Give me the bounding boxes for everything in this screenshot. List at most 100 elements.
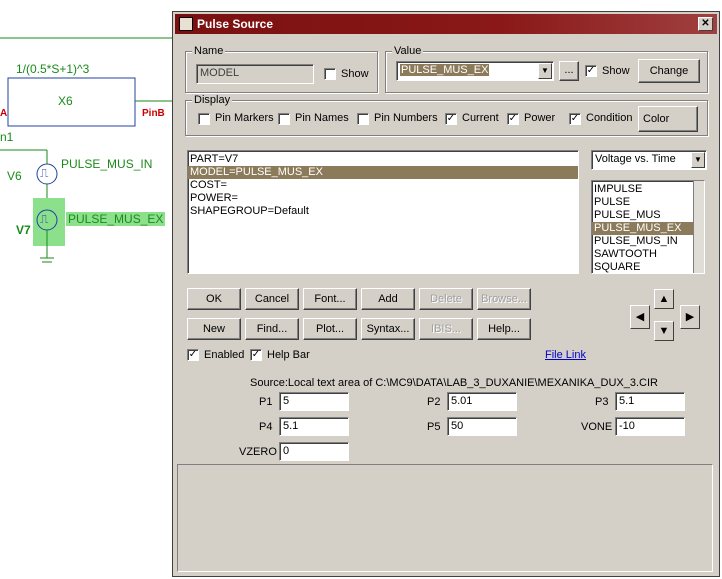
add-button[interactable]: Add bbox=[361, 288, 415, 310]
value-show-checkbox[interactable]: ✓ bbox=[585, 65, 597, 77]
p4-label: P4 bbox=[259, 421, 273, 433]
source-text: Source:Local text area of C:\MC9\DATA\LA… bbox=[250, 377, 658, 389]
p5-input[interactable]: 50 bbox=[447, 417, 517, 436]
p3-input[interactable]: 5.1 bbox=[615, 392, 685, 411]
pin-markers-checkbox[interactable] bbox=[198, 113, 210, 125]
value-combobox[interactable]: PULSE_MUS_EX ▼ bbox=[396, 61, 554, 81]
app-icon bbox=[179, 17, 193, 31]
v6-label: V6 bbox=[7, 169, 22, 183]
p1-label: P1 bbox=[259, 396, 273, 408]
power-label: Power bbox=[524, 112, 556, 124]
attribute-list[interactable]: PART=V7 MODEL=PULSE_MUS_EX COST= POWER= … bbox=[187, 150, 579, 274]
p3-label: P3 bbox=[595, 396, 609, 408]
condition-checkbox[interactable]: ✓ bbox=[569, 113, 581, 125]
close-button[interactable]: ✕ bbox=[698, 17, 713, 31]
browse-button[interactable]: Browse... bbox=[477, 288, 531, 310]
pulse-symbol-v7-icon: ⎍ bbox=[40, 212, 49, 226]
schematic-canvas[interactable]: ⎍ ⎍ 1/(0.5*S+1)^3 X6 PinB A n1 V6 PULSE_… bbox=[0, 0, 172, 579]
move-left-button[interactable]: ◀ bbox=[630, 305, 650, 329]
pulse-source-dialog: Pulse Source ✕ Name MODEL Show Value PUL… bbox=[172, 11, 720, 577]
ok-button[interactable]: OK bbox=[187, 288, 241, 310]
enabled-checkbox[interactable]: ✓ bbox=[187, 349, 199, 361]
move-right-button[interactable]: ▶ bbox=[680, 305, 700, 329]
model-list-scrollbar[interactable] bbox=[693, 181, 704, 273]
cancel-button[interactable]: Cancel bbox=[245, 288, 299, 310]
value-combobox-arrow-icon[interactable]: ▼ bbox=[538, 63, 552, 79]
list-item[interactable]: SAWTOOTH bbox=[592, 248, 704, 261]
p2-input[interactable]: 5.01 bbox=[447, 392, 517, 411]
formula-label: 1/(0.5*S+1)^3 bbox=[16, 62, 90, 76]
current-checkbox[interactable]: ✓ bbox=[445, 113, 457, 125]
enabled-label: Enabled bbox=[204, 349, 245, 361]
block-label-x6: X6 bbox=[58, 94, 73, 108]
pin-numbers-label: Pin Numbers bbox=[374, 112, 438, 124]
current-label: Current bbox=[462, 112, 499, 124]
color-button[interactable]: Color bbox=[638, 106, 698, 132]
list-item[interactable]: MODEL=PULSE_MUS_EX bbox=[188, 166, 578, 179]
display-group: Display Pin Markers Pin Names Pin Number… bbox=[185, 94, 708, 136]
value-show-label: Show bbox=[602, 65, 630, 77]
pin-b-label: PinB bbox=[142, 108, 165, 119]
p2-label: P2 bbox=[427, 396, 441, 408]
help-button[interactable]: Help... bbox=[477, 318, 531, 340]
list-item[interactable]: SHAPEGROUP=Default bbox=[188, 205, 578, 218]
value-group-label: Value bbox=[392, 45, 424, 57]
value-browse-button[interactable]: ... bbox=[559, 61, 579, 81]
vzero-label: VZERO bbox=[239, 446, 277, 458]
condition-label: Condition bbox=[586, 112, 633, 124]
v7-label: V7 bbox=[16, 223, 31, 237]
font-button[interactable]: Font... bbox=[303, 288, 357, 310]
p5-label: P5 bbox=[427, 421, 441, 433]
syntax-button[interactable]: Syntax... bbox=[361, 318, 415, 340]
dialog-title: Pulse Source bbox=[197, 17, 274, 31]
help-bar-checkbox[interactable]: ✓ bbox=[250, 349, 262, 361]
pin-a-label: A bbox=[0, 108, 8, 119]
name-show-label: Show bbox=[341, 68, 369, 80]
name-show-checkbox[interactable] bbox=[324, 68, 336, 80]
vone-label: VONE bbox=[581, 421, 613, 433]
list-item[interactable]: PULSE bbox=[592, 196, 704, 209]
new-button[interactable]: New bbox=[187, 318, 241, 340]
vone-input[interactable]: -10 bbox=[615, 417, 685, 436]
list-item[interactable]: PULSE_MUS bbox=[592, 209, 704, 222]
list-item[interactable]: COST= bbox=[188, 179, 578, 192]
node-n1-label: n1 bbox=[0, 130, 14, 144]
name-group-label: Name bbox=[192, 45, 226, 57]
value-combobox-text: PULSE_MUS_EX bbox=[400, 64, 490, 76]
p4-input[interactable]: 5.1 bbox=[279, 417, 349, 436]
list-item[interactable]: IMPULSE bbox=[592, 183, 704, 196]
pin-numbers-checkbox[interactable] bbox=[357, 113, 369, 125]
name-field[interactable]: MODEL bbox=[196, 64, 314, 84]
ibis-button[interactable]: IBIS... bbox=[419, 318, 473, 340]
model-list[interactable]: IMPULSE PULSE PULSE_MUS PULSE_MUS_EX PUL… bbox=[591, 180, 705, 274]
list-item[interactable]: PART=V7 bbox=[188, 153, 578, 166]
list-item[interactable]: POWER= bbox=[188, 192, 578, 205]
schematic-wires bbox=[0, 37, 172, 263]
v7-model-label: PULSE_MUS_EX bbox=[66, 212, 166, 226]
display-group-label: Display bbox=[192, 94, 233, 106]
list-item[interactable]: PULSE_MUS_EX bbox=[592, 222, 704, 235]
plot-mode-text: Voltage vs. Time bbox=[595, 153, 676, 165]
pin-names-label: Pin Names bbox=[295, 112, 349, 124]
help-bar-area bbox=[177, 464, 713, 572]
list-item[interactable]: PULSE_MUS_IN bbox=[592, 235, 704, 248]
p1-input[interactable]: 5 bbox=[279, 392, 349, 411]
plot-mode-arrow-icon[interactable]: ▼ bbox=[691, 152, 705, 168]
power-checkbox[interactable]: ✓ bbox=[507, 113, 519, 125]
v6-model-label: PULSE_MUS_IN bbox=[61, 157, 153, 171]
pulse-symbol-v6-icon: ⎍ bbox=[40, 166, 49, 180]
list-item[interactable]: SQUARE bbox=[592, 261, 704, 273]
titlebar[interactable]: Pulse Source ✕ bbox=[175, 14, 717, 34]
file-link[interactable]: File Link bbox=[545, 349, 586, 361]
pin-names-checkbox[interactable] bbox=[278, 113, 290, 125]
pin-markers-label: Pin Markers bbox=[215, 112, 274, 124]
plot-button[interactable]: Plot... bbox=[303, 318, 357, 340]
vzero-input[interactable]: 0 bbox=[279, 442, 349, 461]
move-up-button[interactable]: ▲ bbox=[654, 289, 674, 309]
find-button[interactable]: Find... bbox=[245, 318, 299, 340]
delete-button[interactable]: Delete bbox=[419, 288, 473, 310]
move-down-button[interactable]: ▼ bbox=[654, 321, 674, 341]
change-button[interactable]: Change bbox=[638, 59, 700, 83]
value-group: Value PULSE_MUS_EX ▼ ... ✓ Show Change bbox=[385, 45, 708, 93]
plot-mode-combobox[interactable]: Voltage vs. Time ▼ bbox=[591, 150, 707, 170]
